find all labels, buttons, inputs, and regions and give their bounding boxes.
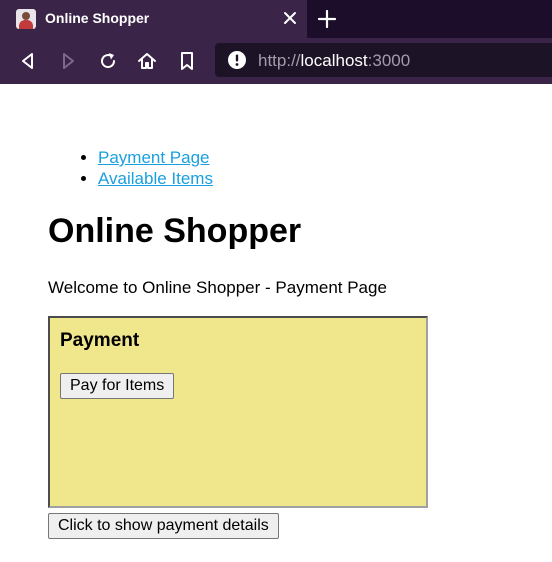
new-tab-icon[interactable] xyxy=(316,8,338,30)
tab-title: Online Shopper xyxy=(45,10,150,26)
available-items-link[interactable]: Available Items xyxy=(98,169,213,188)
show-payment-details-button[interactable]: Click to show payment details xyxy=(48,513,279,539)
back-icon[interactable] xyxy=(17,50,39,72)
favicon-icon xyxy=(16,9,36,29)
home-icon[interactable] xyxy=(136,50,158,72)
page-title: Online Shopper xyxy=(48,212,302,250)
welcome-text: Welcome to Online Shopper - Payment Page xyxy=(48,278,387,297)
page-content: Payment Page Available Items Online Shop… xyxy=(0,84,552,562)
page-nav-list: Payment Page Available Items xyxy=(48,147,213,189)
forward-icon[interactable] xyxy=(57,50,79,72)
payment-heading: Payment xyxy=(60,330,140,351)
payment-panel: Payment Pay for Items xyxy=(48,316,428,508)
list-item: Payment Page xyxy=(98,147,213,168)
tab-bar: Online Shopper xyxy=(0,0,552,38)
bookmark-icon[interactable] xyxy=(176,50,198,72)
close-tab-icon[interactable] xyxy=(280,8,300,28)
navigation-toolbar: http://localhost:3000 xyxy=(0,38,552,84)
payment-page-link[interactable]: Payment Page xyxy=(98,148,210,167)
url-text: http://localhost:3000 xyxy=(258,51,411,70)
site-info-icon[interactable] xyxy=(227,50,247,70)
browser-tab[interactable]: Online Shopper xyxy=(0,0,307,38)
list-item: Available Items xyxy=(98,168,213,189)
pay-for-items-button[interactable]: Pay for Items xyxy=(60,373,175,399)
reload-icon[interactable] xyxy=(97,50,119,72)
address-bar[interactable]: http://localhost:3000 xyxy=(215,43,552,77)
